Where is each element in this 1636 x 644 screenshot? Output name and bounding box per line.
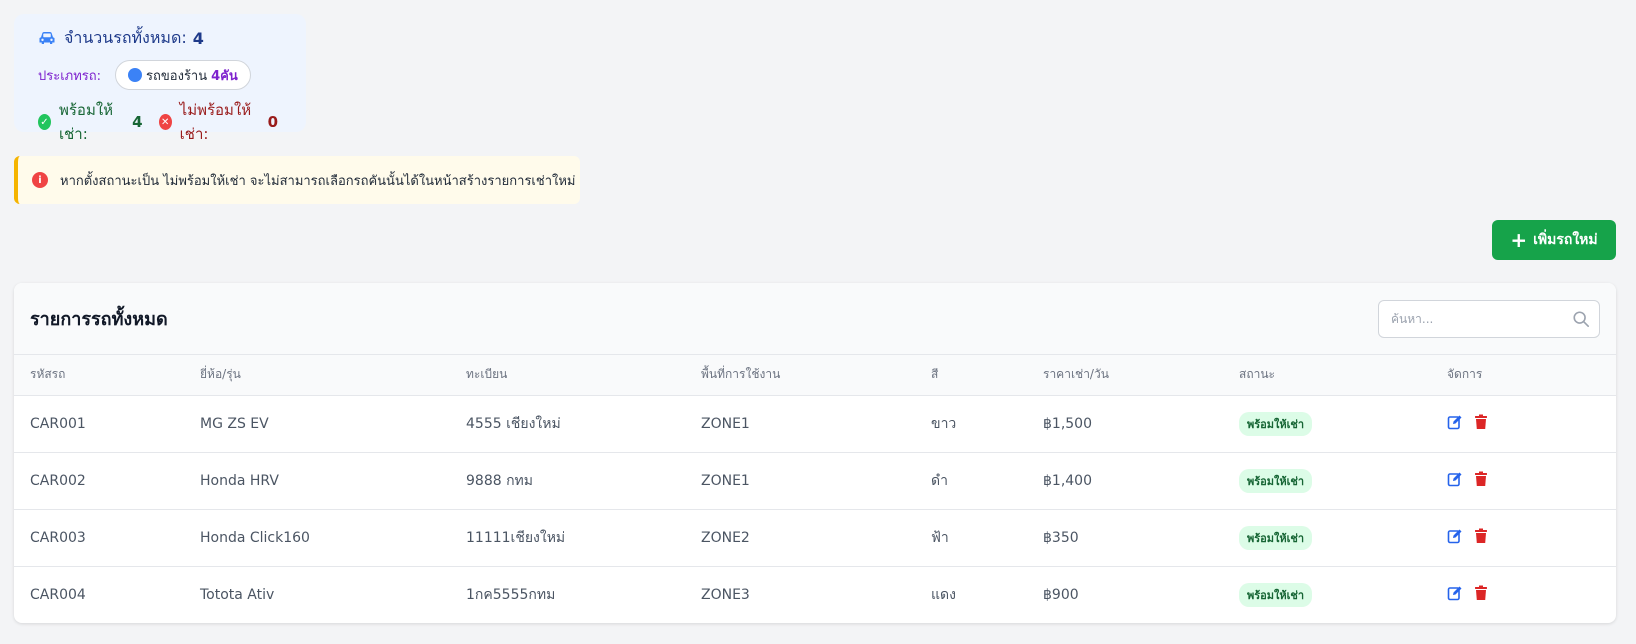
cell-color: ดำ bbox=[915, 452, 1027, 510]
car-icon bbox=[39, 32, 55, 44]
car-list-card: รายการรถทั้งหมด รหัสรถ ยี่ห้อ/รุ่น ทะเบี… bbox=[14, 283, 1616, 623]
type-pill-count: 4คัน bbox=[211, 68, 238, 84]
search-input[interactable] bbox=[1378, 299, 1600, 338]
cell-status: พร้อมให้เช่า bbox=[1223, 566, 1431, 623]
cell-color: ฟ้า bbox=[915, 509, 1027, 567]
cell-color: ขาว bbox=[915, 395, 1027, 453]
cell-actions bbox=[1431, 452, 1616, 510]
table-row: CAR003 Honda Click160 11111เชียงใหม่ ZON… bbox=[14, 509, 1616, 567]
trash-icon[interactable] bbox=[1473, 414, 1489, 430]
alert-text: หากตั้งสถานะเป็น ไม่พร้อมให้เช่า จะไม่สา… bbox=[60, 173, 576, 189]
col-header-zone: พื้นที่การใช้งาน bbox=[685, 355, 915, 396]
cell-plate: 1กค5555กทม bbox=[466, 586, 556, 603]
cell-zone: ZONE1 bbox=[685, 395, 915, 453]
cell-actions bbox=[1431, 509, 1616, 567]
car-table: รหัสรถ ยี่ห้อ/รุ่น ทะเบียน พื้นที่การใช้… bbox=[14, 355, 1616, 623]
edit-icon[interactable] bbox=[1447, 585, 1463, 601]
status-warning-alert: i หากตั้งสถานะเป็น ไม่พร้อมให้เช่า จะไม่… bbox=[14, 156, 580, 204]
cell-status: พร้อมให้เช่า bbox=[1223, 452, 1431, 510]
car-type-row: ประเภทรถ: รถของร้าน 4คัน bbox=[26, 60, 294, 90]
check-circle-icon: ✓ bbox=[38, 114, 51, 130]
plus-icon: + bbox=[1510, 228, 1528, 252]
cell-plate: 9888 กทม bbox=[450, 452, 685, 510]
cell-price: ฿350 bbox=[1027, 509, 1223, 567]
cell-model: Totota Ativ bbox=[200, 586, 275, 603]
car-type-label: ประเภทรถ: bbox=[38, 68, 102, 84]
search-box bbox=[1378, 299, 1600, 338]
available-label: พร้อมให้เช่า: bbox=[58, 101, 114, 143]
car-summary-panel: จำนวนรถทั้งหมด: 4 ประเภทรถ: รถของร้าน 4ค… bbox=[14, 14, 306, 143]
trash-icon[interactable] bbox=[1473, 585, 1489, 601]
type-color-dot bbox=[128, 68, 143, 82]
card-title: รายการรถทั้งหมด bbox=[30, 309, 168, 330]
cell-price: ฿900 bbox=[1043, 586, 1079, 603]
status-badge: พร้อมให้เช่า bbox=[1239, 525, 1313, 550]
cell-price: ฿1,500 bbox=[1027, 395, 1223, 453]
col-header-plate: ทะเบียน bbox=[450, 355, 685, 396]
table-header-row: รหัสรถ ยี่ห้อ/รุ่น ทะเบียน พื้นที่การใช้… bbox=[14, 355, 1616, 396]
cell-id: CAR004 bbox=[30, 586, 86, 603]
cell-price: ฿1,400 bbox=[1027, 452, 1223, 510]
cell-status: พร้อมให้เช่า bbox=[1223, 509, 1431, 567]
edit-icon[interactable] bbox=[1447, 414, 1463, 430]
search-icon[interactable] bbox=[1572, 310, 1590, 328]
add-car-button-label: เพิ่มรถใหม่ bbox=[1533, 232, 1598, 248]
cell-model: Honda Click160 bbox=[184, 509, 450, 567]
available-value: 4 bbox=[132, 113, 143, 131]
cell-plate: 4555 เชียงใหม่ bbox=[450, 395, 685, 453]
cell-color: แดง bbox=[931, 586, 956, 603]
x-circle-icon: ✕ bbox=[158, 114, 172, 130]
add-car-button[interactable]: + เพิ่มรถใหม่ bbox=[1492, 220, 1616, 260]
col-header-price: ราคาเช่า/วัน bbox=[1027, 355, 1223, 396]
trash-icon[interactable] bbox=[1473, 528, 1489, 544]
edit-icon[interactable] bbox=[1447, 528, 1463, 544]
col-header-model: ยี่ห้อ/รุ่น bbox=[184, 355, 450, 396]
edit-icon[interactable] bbox=[1447, 471, 1463, 487]
unavailable-value: 0 bbox=[267, 113, 278, 131]
info-circle-icon: i bbox=[32, 172, 48, 188]
table-row: CAR002 Honda HRV 9888 กทม ZONE1 ดำ ฿1,40… bbox=[14, 452, 1616, 510]
col-header-color: สี bbox=[915, 355, 1027, 396]
type-pill-name: รถของร้าน bbox=[146, 68, 208, 84]
cell-plate: 11111เชียงใหม่ bbox=[450, 509, 685, 567]
cell-actions bbox=[1431, 395, 1616, 453]
cell-zone: ZONE2 bbox=[685, 509, 915, 567]
status-badge: พร้อมให้เช่า bbox=[1239, 582, 1313, 607]
cell-id: CAR002 bbox=[14, 452, 184, 510]
car-type-pill[interactable]: รถของร้าน 4คัน bbox=[115, 60, 251, 90]
total-cars-row: จำนวนรถทั้งหมด: 4 bbox=[26, 26, 294, 50]
total-cars-label: จำนวนรถทั้งหมด: bbox=[64, 27, 187, 47]
total-cars-value: 4 bbox=[192, 28, 204, 48]
trash-icon[interactable] bbox=[1473, 471, 1489, 487]
table-row: CAR001 MG ZS EV 4555 เชียงใหม่ ZONE1 ขาว… bbox=[14, 395, 1616, 453]
col-header-status: สถานะ bbox=[1223, 355, 1431, 396]
col-header-id: รหัสรถ bbox=[14, 355, 184, 396]
status-badge: พร้อมให้เช่า bbox=[1239, 411, 1313, 436]
availability-row: ✓ พร้อมให้เช่า: 4 ✕ ไม่พร้อมให้เช่า: 0 bbox=[26, 98, 294, 146]
cell-id: CAR003 bbox=[14, 509, 184, 567]
status-badge: พร้อมให้เช่า bbox=[1239, 468, 1313, 493]
cell-id: CAR001 bbox=[14, 395, 184, 453]
unavailable-label: ไม่พร้อมให้เช่า: bbox=[179, 101, 252, 143]
unavailable-stat: ✕ ไม่พร้อมให้เช่า: 0 bbox=[158, 98, 278, 146]
card-header: รายการรถทั้งหมด bbox=[14, 283, 1616, 355]
table-row: CAR004 Totota Ativ 1กค5555กทม ZONE3 แดง … bbox=[14, 566, 1616, 623]
cell-status: พร้อมให้เช่า bbox=[1223, 395, 1431, 453]
available-stat: ✓ พร้อมให้เช่า: 4 bbox=[38, 98, 143, 146]
cell-actions bbox=[1431, 566, 1616, 623]
cell-model: MG ZS EV bbox=[184, 395, 450, 453]
col-header-actions: จัดการ bbox=[1431, 355, 1616, 396]
cell-model: Honda HRV bbox=[184, 452, 450, 510]
cell-zone: ZONE1 bbox=[685, 452, 915, 510]
cell-zone: ZONE3 bbox=[701, 586, 750, 603]
